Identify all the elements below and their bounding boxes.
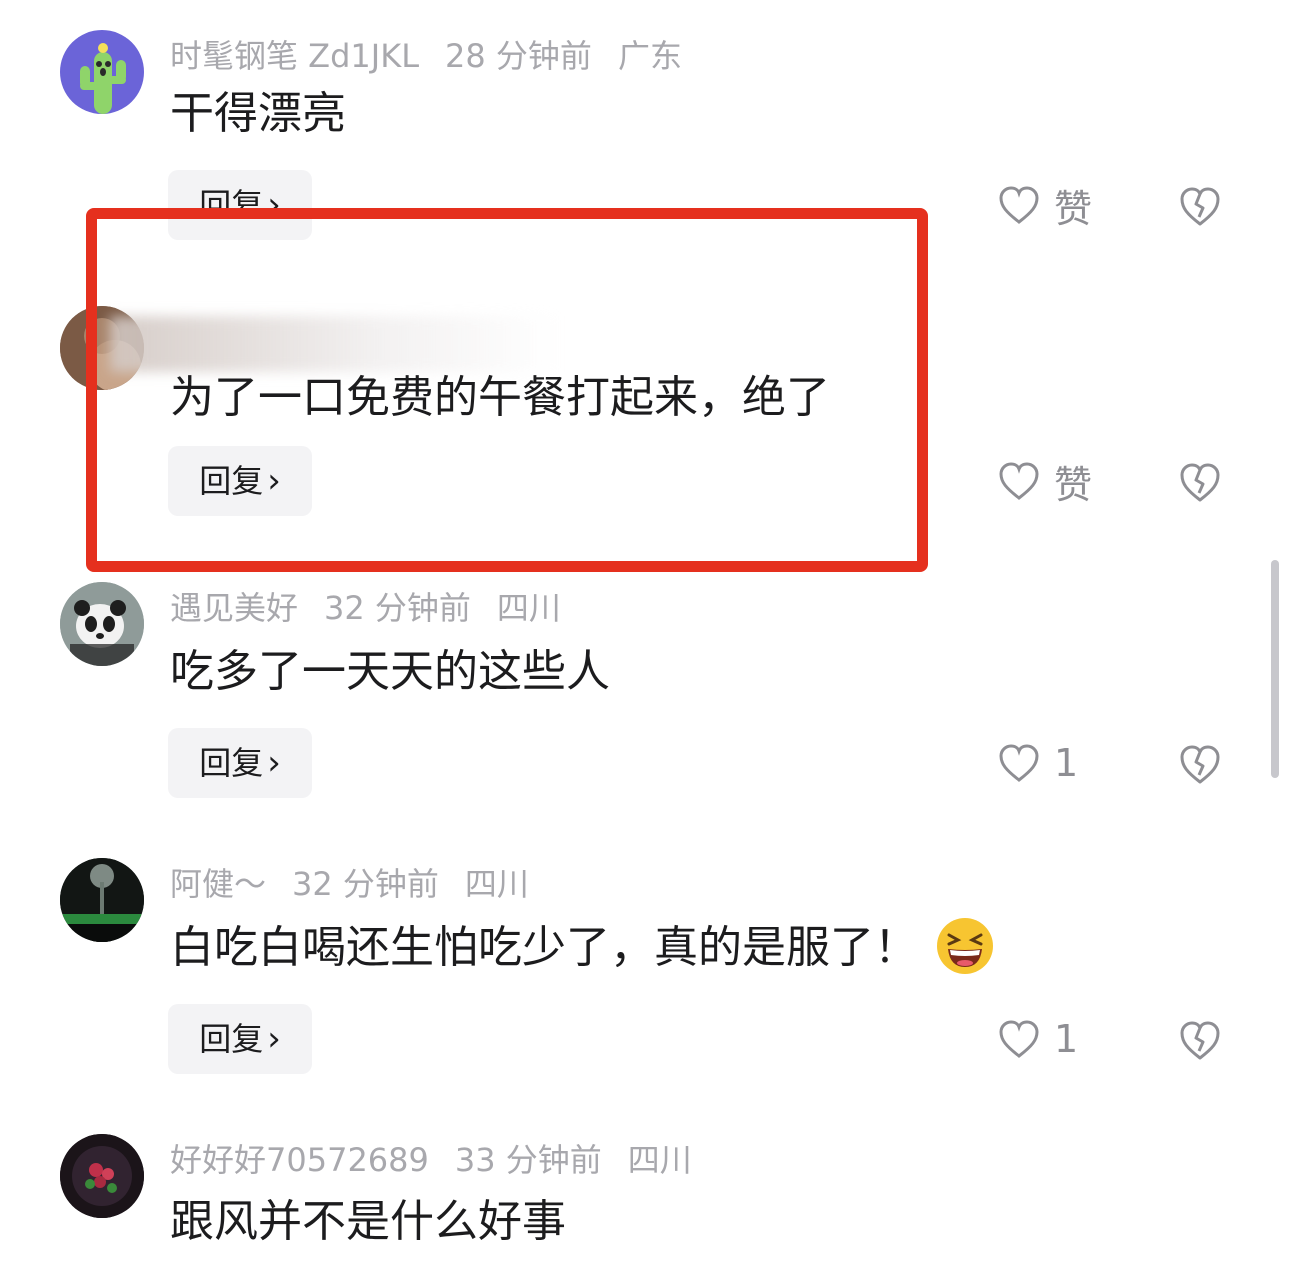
night-scene-avatar-icon (60, 858, 144, 942)
location: 四川 (464, 865, 529, 903)
panda-avatar-icon (60, 582, 144, 666)
avatar[interactable] (60, 582, 144, 666)
chevron-right-icon: › (267, 1019, 281, 1059)
like-count: 赞 (1054, 186, 1093, 231)
like-button[interactable]: 1 (998, 738, 1078, 788)
heart-icon (999, 744, 1039, 782)
like-count: 赞 (1054, 462, 1093, 507)
broken-heart-icon[interactable] (1178, 184, 1222, 228)
avatar[interactable] (60, 30, 144, 114)
flower-avatar-icon (60, 1134, 144, 1218)
location: 四川 (496, 589, 561, 627)
reply-label: 回复 (199, 744, 264, 782)
comment-text: 吃多了一天天的这些人 (170, 646, 610, 697)
comment-text: 白吃白喝还生怕吃少了，真的是服了！ (170, 918, 994, 979)
location: 广东 (617, 37, 682, 75)
timestamp: 32 分钟前 (324, 589, 471, 627)
username[interactable]: 阿健～ (170, 865, 266, 903)
cactus-avatar-icon (80, 43, 126, 114)
avatar[interactable] (60, 1134, 144, 1218)
broken-heart-icon[interactable] (1178, 460, 1222, 504)
location: 四川 (627, 1141, 692, 1179)
comment-meta: 遇见美好 32 分钟前 四川 (170, 586, 587, 630)
heart-icon (999, 186, 1039, 224)
timestamp: 32 分钟前 (292, 865, 439, 903)
username[interactable]: 好好好70572689 (170, 1141, 429, 1179)
heart-icon (999, 1020, 1039, 1058)
username[interactable]: 遇见美好 (170, 589, 298, 627)
chevron-right-icon: › (267, 743, 281, 783)
reply-button[interactable]: 回复 › (168, 728, 312, 798)
comment-meta: 阿健～ 32 分钟前 四川 (170, 862, 555, 906)
reply-button[interactable]: 回复 › (168, 1004, 312, 1074)
avatar[interactable] (60, 858, 144, 942)
timestamp: 28 分钟前 (445, 37, 592, 75)
like-count: 1 (1054, 1017, 1079, 1061)
like-button[interactable]: 赞 (998, 180, 1093, 231)
scrollbar[interactable] (1271, 560, 1279, 778)
like-button[interactable]: 1 (998, 1014, 1078, 1064)
highlight-box (86, 208, 928, 572)
comment-meta: 时髦钢笔 Zd1JKL 28 分钟前 广东 (170, 34, 708, 78)
comment-text: 干得漂亮 (170, 88, 346, 139)
heart-icon (999, 462, 1039, 500)
timestamp: 33 分钟前 (454, 1141, 602, 1179)
broken-heart-icon[interactable] (1178, 742, 1222, 786)
reply-label: 回复 (199, 1020, 264, 1058)
grinning-squint-emoji-icon (937, 918, 993, 974)
like-count: 1 (1054, 741, 1079, 785)
broken-heart-icon[interactable] (1178, 1018, 1222, 1062)
comment-text: 跟风并不是什么好事 (170, 1196, 566, 1247)
comment-meta: 好好好70572689 33 分钟前 四川 (170, 1138, 718, 1182)
like-button[interactable]: 赞 (998, 456, 1093, 507)
username[interactable]: 时髦钢笔 Zd1JKL (170, 37, 419, 75)
comment-text-content: 白吃白喝还生怕吃少了，真的是服了！ (170, 922, 918, 973)
